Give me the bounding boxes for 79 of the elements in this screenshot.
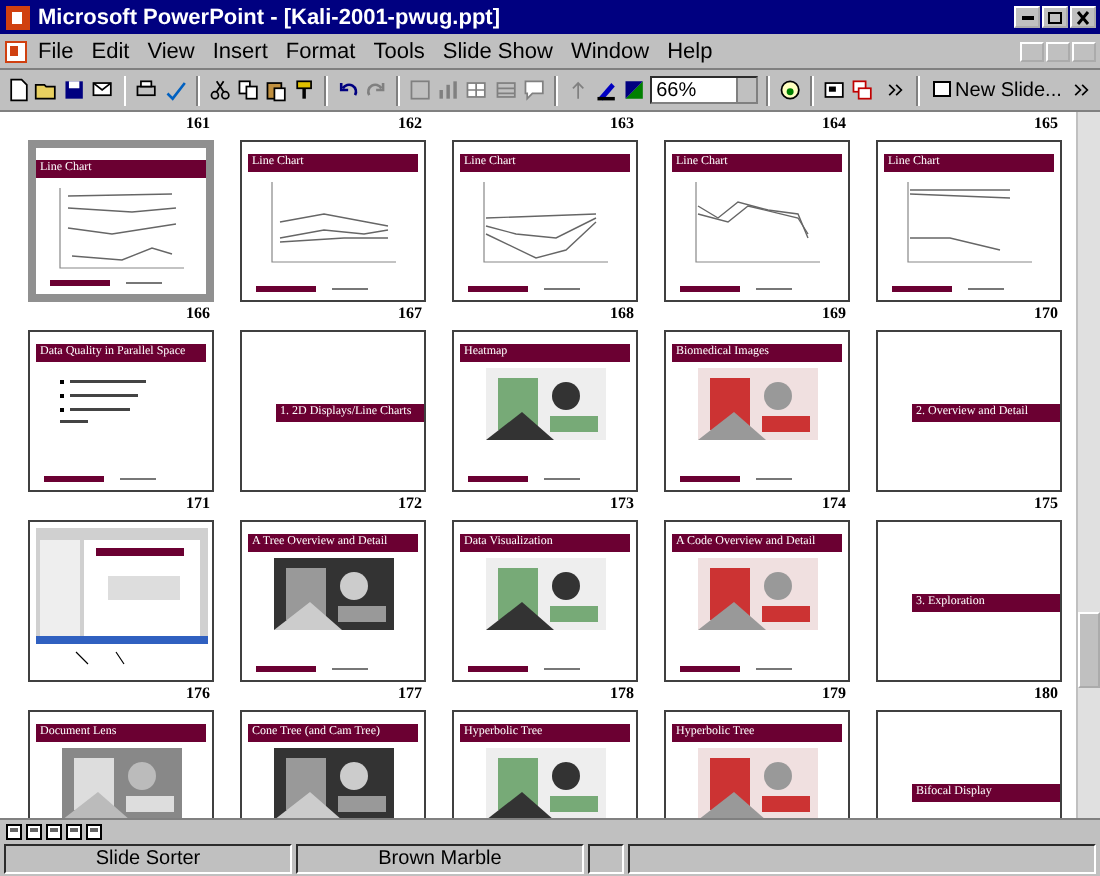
- help-icon[interactable]: [778, 76, 803, 104]
- slide-number: 169: [822, 304, 846, 324]
- slide-number: 162: [398, 114, 422, 134]
- slide-number: 176: [186, 684, 210, 704]
- footer-drawing: [256, 666, 368, 674]
- grayscale-icon[interactable]: [621, 76, 647, 104]
- slide-number: 165: [1034, 114, 1058, 134]
- menu-item[interactable]: File: [30, 39, 82, 63]
- slide-number: 178: [610, 684, 634, 704]
- footer-drawing: [44, 476, 156, 484]
- footer-drawing: [892, 286, 1004, 294]
- footer-drawing: [50, 280, 162, 288]
- slide-icon: [931, 80, 952, 100]
- new-document-icon[interactable]: [6, 76, 31, 104]
- expand-icon[interactable]: [822, 76, 847, 104]
- slide-number: 170: [1034, 304, 1058, 324]
- line-chart-drawing: [694, 181, 820, 263]
- menu-item[interactable]: Edit: [83, 39, 138, 63]
- slide-number: 173: [610, 494, 634, 514]
- document-icon: [4, 39, 28, 63]
- slide-number: 168: [610, 304, 634, 324]
- menu-item[interactable]: Slide Show: [434, 39, 561, 63]
- footer-drawing: [468, 286, 580, 294]
- copy-icon[interactable]: [235, 76, 260, 104]
- slide-number: 167: [398, 304, 422, 324]
- minimize-button[interactable]: [1014, 6, 1040, 28]
- close-button[interactable]: [1070, 6, 1096, 28]
- slide-number: 172: [398, 494, 422, 514]
- line-chart-drawing: [270, 181, 396, 263]
- vertical-scrollbar[interactable]: [1076, 112, 1100, 818]
- zoom-dropdown[interactable]: 66%: [650, 76, 759, 104]
- bullet-list-drawing: [59, 380, 145, 423]
- slide-number: 175: [1034, 494, 1058, 514]
- footer-drawing: [680, 286, 792, 294]
- menu-item[interactable]: Window: [562, 39, 658, 63]
- maximize-button[interactable]: [1042, 6, 1068, 28]
- app-icon: [4, 3, 32, 31]
- comment-icon[interactable]: [521, 76, 546, 104]
- window-title: Microsoft PowerPoint - [Kali-2001-pwug.ppt]: [38, 5, 503, 29]
- slide-show-icon[interactable]: [86, 823, 102, 839]
- line-chart-drawing: [58, 187, 184, 269]
- menu-item[interactable]: Format: [277, 39, 364, 63]
- new-slide-button[interactable]: New Slide...: [927, 79, 1066, 101]
- paste-icon[interactable]: [263, 76, 288, 104]
- footer-drawing: [680, 476, 792, 484]
- menu-item[interactable]: View: [139, 39, 203, 63]
- outline-view-icon[interactable]: [26, 823, 42, 839]
- slide-number: 164: [822, 114, 846, 134]
- slide-number: 177: [398, 684, 422, 704]
- slide-view-icon[interactable]: [46, 823, 62, 839]
- slide-number: 180: [1034, 684, 1058, 704]
- slide-number: 171: [186, 494, 210, 514]
- footer-drawing: [468, 476, 580, 484]
- cut-icon[interactable]: [207, 76, 232, 104]
- slide-sorter-view-icon[interactable]: [66, 823, 82, 839]
- close-icon: [1074, 9, 1092, 25]
- slide-number: 161: [186, 114, 210, 134]
- menu-item[interactable]: Insert: [204, 39, 276, 63]
- footer-drawing: [256, 286, 368, 294]
- slide-number: 163: [610, 114, 634, 134]
- table-icon[interactable]: [464, 76, 490, 104]
- status-panel: Slide Sorter: [4, 844, 292, 874]
- format-painter-icon[interactable]: [291, 76, 317, 104]
- status-panel: Brown Marble: [296, 844, 584, 874]
- slide-number: 174: [822, 494, 846, 514]
- maximize-icon: [1046, 9, 1064, 25]
- save-icon[interactable]: [62, 76, 87, 104]
- line-chart-drawing: [482, 181, 608, 263]
- slide-thumbnail[interactable]: [28, 520, 214, 682]
- menu-item[interactable]: Help: [659, 39, 721, 63]
- slide-number: 179: [822, 684, 846, 704]
- normal-view-icon[interactable]: [6, 823, 22, 839]
- footer-drawing: [680, 666, 792, 674]
- menu-item[interactable]: Tools: [365, 39, 433, 63]
- slides-icon[interactable]: [850, 76, 876, 104]
- minimize-icon: [1021, 15, 1033, 19]
- footer-drawing: [468, 666, 580, 674]
- line-chart-drawing: [906, 181, 1032, 263]
- slide-number: 166: [186, 304, 210, 324]
